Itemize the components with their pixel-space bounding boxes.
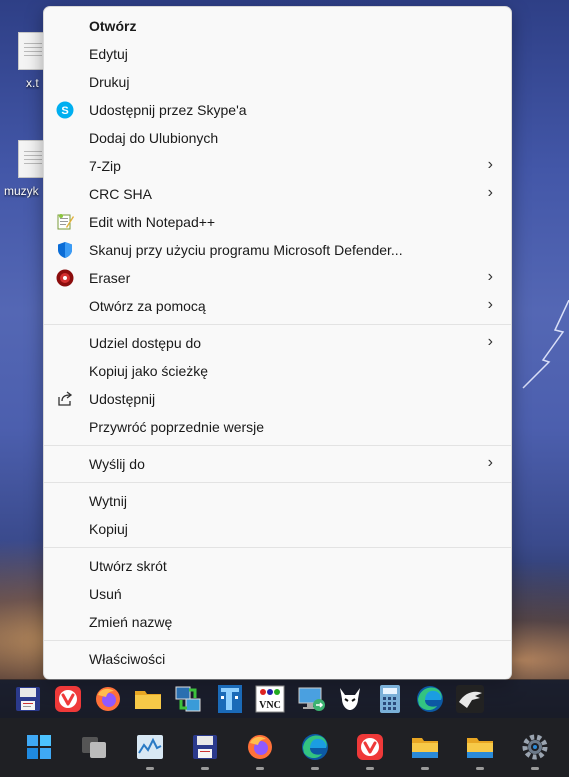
remote-desktop-icon[interactable] bbox=[296, 683, 328, 715]
menu-item-label: Otwórz za pomocą bbox=[89, 298, 206, 314]
menu-item-label: Otwórz bbox=[89, 18, 137, 34]
eraser-icon bbox=[56, 269, 74, 287]
chevron-right-icon: › bbox=[487, 454, 493, 471]
file-explorer-icon[interactable] bbox=[465, 732, 495, 762]
svg-text:S: S bbox=[61, 105, 68, 117]
chevron-right-icon: › bbox=[487, 296, 493, 313]
menu-item-label: Utwórz skrót bbox=[89, 558, 167, 574]
menu-item-cut[interactable]: Wytnij bbox=[48, 487, 507, 515]
quick-launch-toolbar: VNC bbox=[0, 679, 569, 718]
menu-item-label: Zmień nazwę bbox=[89, 614, 173, 630]
running-indicator bbox=[476, 767, 484, 770]
menu-item-properties[interactable]: Właściwości bbox=[48, 645, 507, 673]
eagle-app-icon[interactable] bbox=[454, 683, 486, 715]
menu-item-label: Właściwości bbox=[89, 651, 166, 667]
menu-item-label: Drukuj bbox=[89, 74, 130, 90]
chevron-right-icon: › bbox=[487, 156, 493, 173]
menu-separator bbox=[44, 324, 511, 325]
menu-item-crc-sha[interactable]: CRC SHA › bbox=[48, 180, 507, 208]
menu-item-label: 7-Zip bbox=[89, 158, 121, 174]
menu-item-add-favorites[interactable]: Dodaj do Ulubionych bbox=[48, 124, 507, 152]
chevron-right-icon: › bbox=[487, 333, 493, 350]
vivaldi-icon[interactable] bbox=[355, 732, 385, 762]
running-indicator bbox=[201, 767, 209, 770]
windows-start-icon[interactable] bbox=[24, 732, 54, 762]
vivaldi-icon[interactable] bbox=[52, 683, 84, 715]
notepadpp-icon bbox=[57, 214, 74, 230]
menu-separator bbox=[44, 482, 511, 483]
menu-item-eraser[interactable]: Eraser › bbox=[48, 264, 507, 292]
share-icon bbox=[58, 391, 73, 406]
edge-icon[interactable] bbox=[300, 732, 330, 762]
file-explorer-icon[interactable] bbox=[410, 732, 440, 762]
menu-separator bbox=[44, 547, 511, 548]
edge-icon[interactable] bbox=[414, 683, 446, 715]
menu-item-notepadpp[interactable]: Edit with Notepad++ bbox=[48, 208, 507, 236]
menu-item-label: Wyślij do bbox=[89, 456, 145, 472]
terminal-app-icon[interactable] bbox=[214, 683, 246, 715]
menu-item-label: Kopiuj bbox=[89, 521, 128, 537]
menu-item-label: Wytnij bbox=[89, 493, 127, 509]
menu-item-label: CRC SHA bbox=[89, 186, 153, 202]
chevron-right-icon: › bbox=[487, 268, 493, 285]
menu-separator bbox=[44, 445, 511, 446]
menu-item-share-skype[interactable]: S Udostępnij przez Skype'a bbox=[48, 96, 507, 124]
menu-item-open-with[interactable]: Otwórz za pomocą › bbox=[48, 292, 507, 320]
menu-item-label: Udostępnij bbox=[89, 391, 156, 407]
running-indicator bbox=[421, 767, 429, 770]
menu-item-label: Przywróć poprzednie wersje bbox=[89, 419, 265, 435]
chevron-right-icon: › bbox=[487, 184, 493, 201]
desktop-file-icon[interactable]: x.t bbox=[8, 32, 48, 94]
menu-item-rename[interactable]: Zmień nazwę bbox=[48, 608, 507, 636]
menu-item-label: Edit with Notepad++ bbox=[89, 214, 216, 230]
defender-shield-icon bbox=[58, 242, 72, 258]
firefox-icon[interactable] bbox=[245, 732, 275, 762]
menu-item-label: Eraser bbox=[89, 270, 131, 286]
save-floppy-icon[interactable] bbox=[12, 683, 44, 715]
running-indicator bbox=[146, 767, 154, 770]
menu-item-send-to[interactable]: Wyślij do › bbox=[48, 450, 507, 478]
menu-item-copy-path[interactable]: Kopiuj jako ścieżkę bbox=[48, 357, 507, 385]
menu-item-restore-versions[interactable]: Przywróć poprzednie wersje bbox=[48, 413, 507, 441]
settings-gear-icon[interactable] bbox=[520, 732, 550, 762]
save-floppy-icon[interactable] bbox=[190, 732, 220, 762]
folder-icon[interactable] bbox=[132, 683, 164, 715]
menu-item-create-shortcut[interactable]: Utwórz skrót bbox=[48, 552, 507, 580]
vnc-icon[interactable]: VNC bbox=[254, 683, 286, 715]
skype-icon: S bbox=[56, 101, 74, 119]
menu-item-open[interactable]: Otwórz bbox=[48, 12, 507, 40]
menu-item-give-access[interactable]: Udziel dostępu do › bbox=[48, 329, 507, 357]
menu-item-defender-scan[interactable]: Skanuj przy użyciu programu Microsoft De… bbox=[48, 236, 507, 264]
menu-separator bbox=[44, 640, 511, 641]
menu-item-label: Udostępnij przez Skype'a bbox=[89, 102, 247, 118]
menu-item-label: Udziel dostępu do bbox=[89, 335, 202, 351]
firefox-icon[interactable] bbox=[92, 683, 124, 715]
calculator-icon[interactable] bbox=[374, 683, 406, 715]
network-transfer-icon[interactable] bbox=[172, 683, 204, 715]
context-menu: Otwórz Edytuj Drukuj S Udostępnij przez … bbox=[43, 6, 512, 680]
menu-item-delete[interactable]: Usuń bbox=[48, 580, 507, 608]
task-view-icon[interactable] bbox=[80, 732, 110, 762]
svg-text:VNC: VNC bbox=[259, 700, 281, 711]
menu-item-copy[interactable]: Kopiuj bbox=[48, 515, 507, 543]
desktop-file-icon[interactable]: muzyk bbox=[4, 140, 48, 202]
running-indicator bbox=[531, 767, 539, 770]
menu-item-label: Usuń bbox=[89, 586, 122, 602]
menu-item-7zip[interactable]: 7-Zip › bbox=[48, 152, 507, 180]
menu-item-label: Skanuj przy użyciu programu Microsoft De… bbox=[89, 242, 403, 258]
menu-item-label: Kopiuj jako ścieżkę bbox=[89, 363, 209, 379]
menu-item-label: Dodaj do Ulubionych bbox=[89, 130, 219, 146]
menu-item-share[interactable]: Udostępnij bbox=[48, 385, 507, 413]
menu-item-label: Edytuj bbox=[89, 46, 128, 62]
running-indicator bbox=[311, 767, 319, 770]
running-indicator bbox=[366, 767, 374, 770]
running-indicator bbox=[256, 767, 264, 770]
lightning-decoration bbox=[522, 300, 569, 389]
menu-item-print[interactable]: Drukuj bbox=[48, 68, 507, 96]
menu-item-edit[interactable]: Edytuj bbox=[48, 40, 507, 68]
foobar-icon[interactable] bbox=[334, 683, 366, 715]
task-manager-icon[interactable] bbox=[135, 732, 165, 762]
taskbar bbox=[0, 718, 569, 777]
